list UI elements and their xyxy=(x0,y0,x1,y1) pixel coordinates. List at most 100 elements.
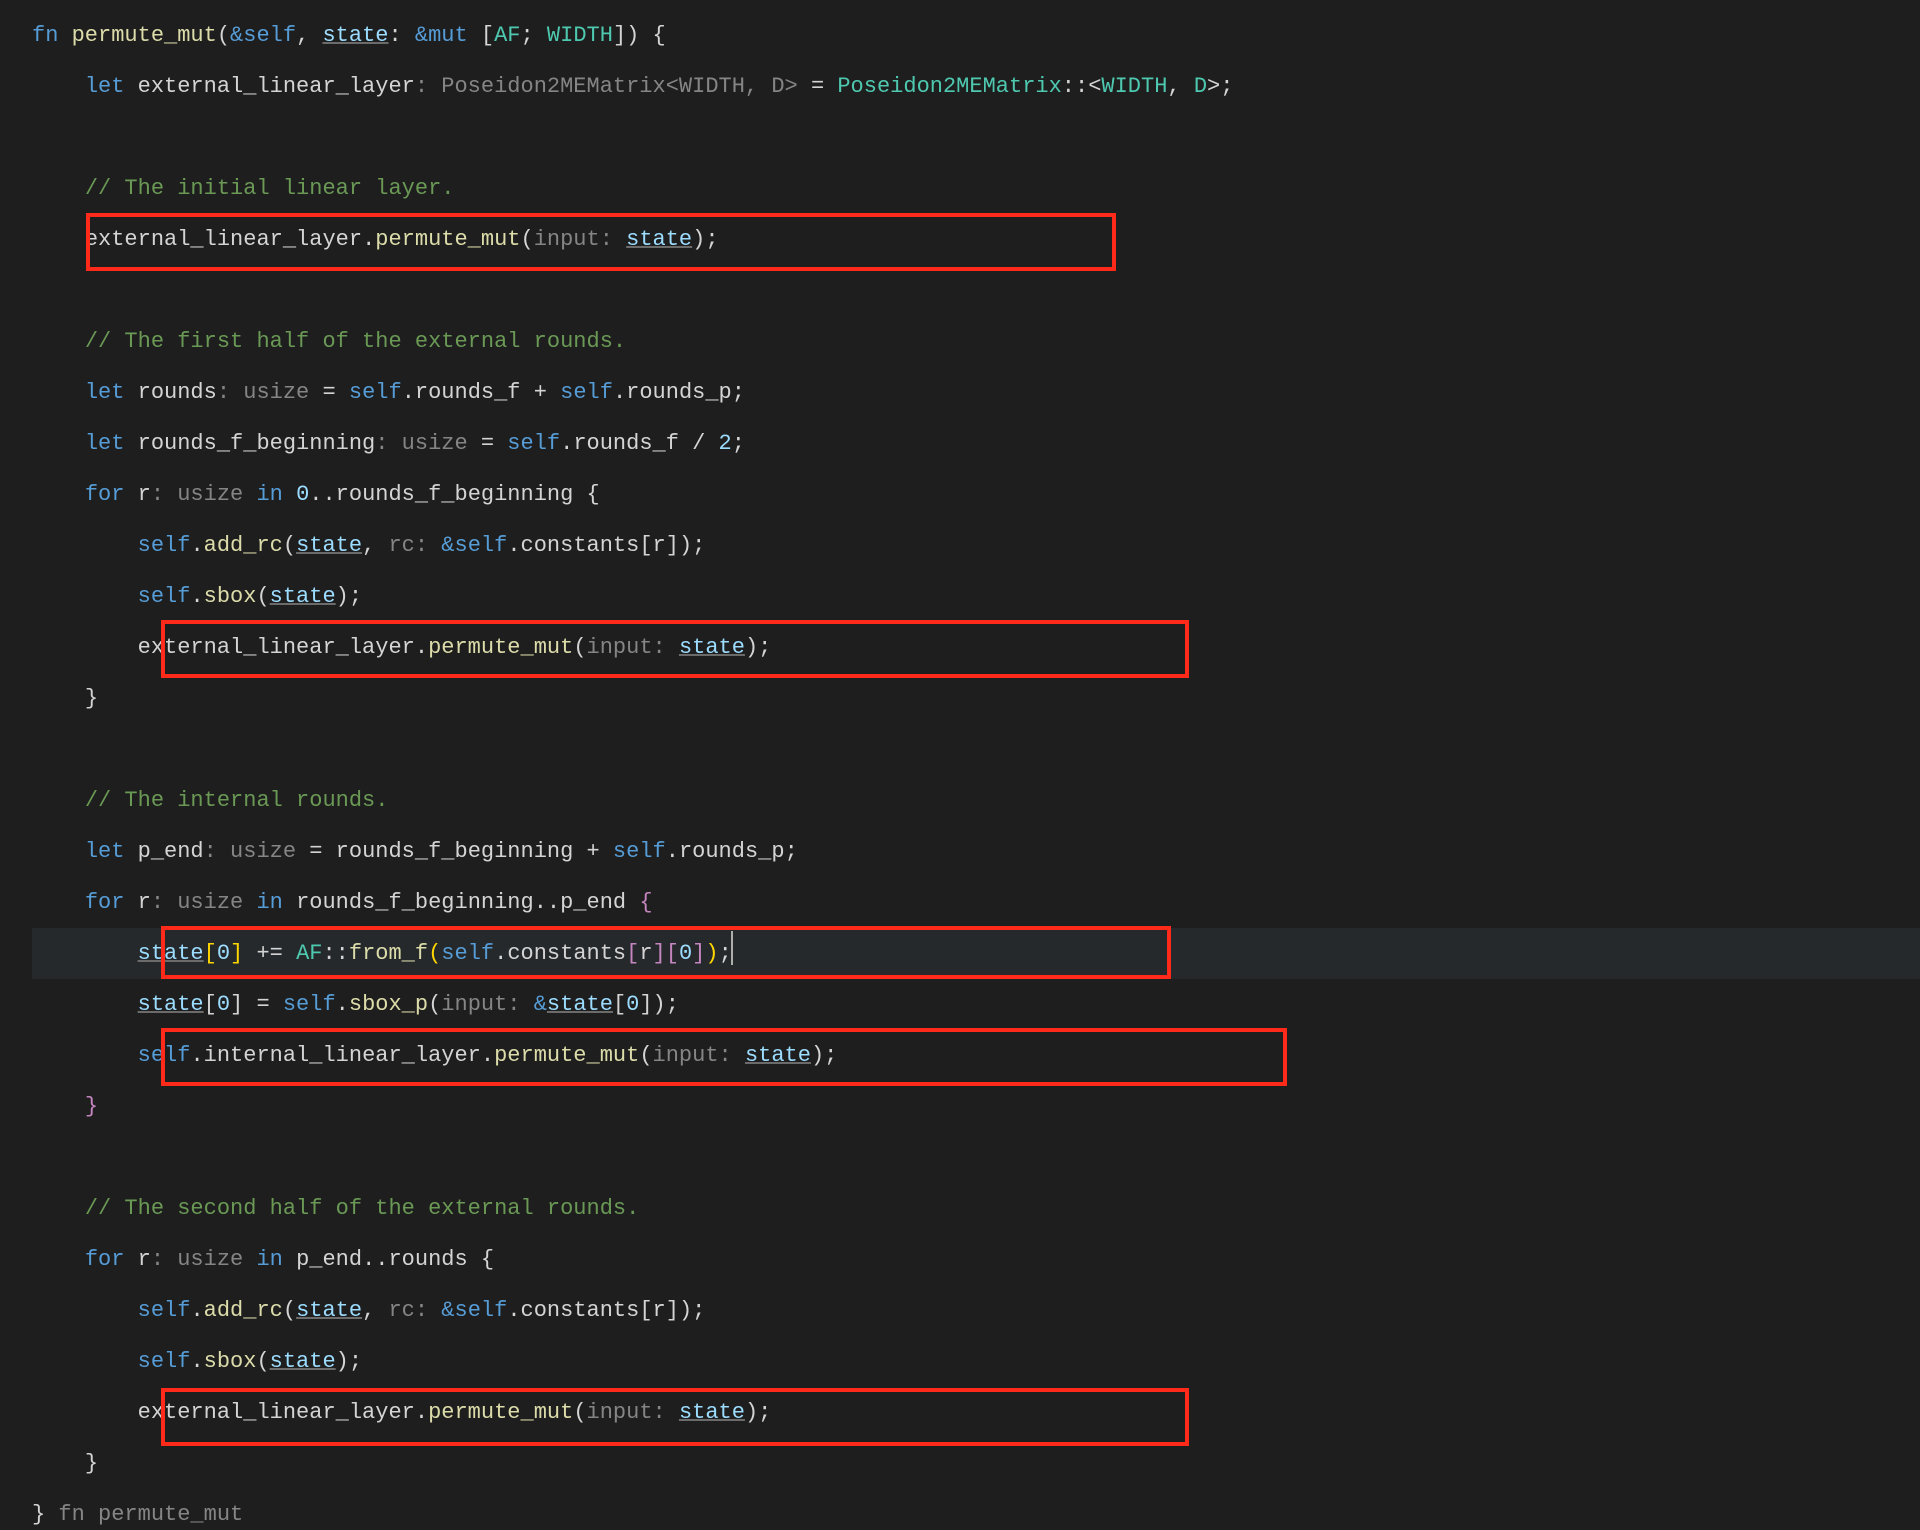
semicolon: ; xyxy=(666,992,679,1017)
code-line[interactable]: } xyxy=(32,673,1920,724)
indent xyxy=(32,890,85,915)
code-line[interactable]: external_linear_layer.permute_mut(input:… xyxy=(32,214,1920,265)
code-line-blank[interactable] xyxy=(32,724,1920,775)
brace-close: } xyxy=(85,1451,98,1476)
bracket-close: ] xyxy=(653,941,666,966)
bracket-close: ] xyxy=(230,992,243,1017)
space xyxy=(626,890,639,915)
dot: . xyxy=(362,227,375,252)
code-line[interactable]: // The internal rounds. xyxy=(32,775,1920,826)
indent xyxy=(32,686,85,711)
code-line[interactable]: fn permute_mut(&self, state: &mut [AF; W… xyxy=(32,10,1920,61)
inlay-param-input: input: xyxy=(534,227,626,252)
dot: . xyxy=(481,1043,494,1068)
code-line-blank[interactable] xyxy=(32,265,1920,316)
code-line-blank[interactable] xyxy=(32,112,1920,163)
paren-open: ( xyxy=(573,1400,586,1425)
code-line[interactable]: self.internal_linear_layer.permute_mut(i… xyxy=(32,1030,1920,1081)
semicolon: ; xyxy=(1220,74,1233,99)
indent xyxy=(32,431,85,456)
comma: , xyxy=(1167,74,1193,99)
rfb: rounds_f_beginning xyxy=(336,839,574,864)
dot: . xyxy=(507,533,520,558)
code-line[interactable]: } xyxy=(32,1438,1920,1489)
self: self xyxy=(455,1298,508,1323)
recv-ell: external_linear_layer xyxy=(85,227,362,252)
blank xyxy=(32,1145,45,1170)
code-line-blank[interactable] xyxy=(32,1132,1920,1183)
bracket-close: ] xyxy=(666,1298,679,1323)
r: r xyxy=(639,941,652,966)
paren-open: ( xyxy=(283,533,296,558)
code-line[interactable]: let rounds_f_beginning: usize = self.rou… xyxy=(32,418,1920,469)
indent xyxy=(32,1400,138,1425)
code-line[interactable]: } fn permute_mut xyxy=(32,1489,1920,1530)
code-line[interactable]: external_linear_layer.permute_mut(input:… xyxy=(32,622,1920,673)
recv-ell: external_linear_layer xyxy=(138,635,415,660)
paren-close: ) xyxy=(745,1400,758,1425)
arg-state: state xyxy=(296,1298,362,1323)
brace-open: { xyxy=(587,482,600,507)
code-line[interactable]: // The second half of the external round… xyxy=(32,1183,1920,1234)
bracket-open: [ xyxy=(481,23,494,48)
state: state xyxy=(138,992,204,1017)
type-af: AF xyxy=(296,941,322,966)
inlay-param-input: input: xyxy=(587,635,679,660)
eq: = xyxy=(309,380,349,405)
field-rounds-f: rounds_f xyxy=(573,431,679,456)
indent xyxy=(32,482,85,507)
paren-open: ( xyxy=(573,635,586,660)
plus: + xyxy=(573,839,613,864)
keyword-for: for xyxy=(85,482,138,507)
code-line[interactable]: for r: usize in 0..rounds_f_beginning { xyxy=(32,469,1920,520)
keyword-fn: fn xyxy=(32,23,72,48)
indent xyxy=(32,380,85,405)
dot: . xyxy=(494,941,507,966)
semi-in-arr: ; xyxy=(521,23,547,48)
code-line[interactable]: let rounds: usize = self.rounds_f + self… xyxy=(32,367,1920,418)
indent xyxy=(32,635,138,660)
plus: + xyxy=(521,380,561,405)
call-sbox: sbox xyxy=(204,584,257,609)
eq: = xyxy=(468,431,508,456)
paren-close: ) xyxy=(692,227,705,252)
code-line[interactable]: } xyxy=(32,1081,1920,1132)
code-line[interactable]: for r: usize in p_end..rounds { xyxy=(32,1234,1920,1285)
paren-close: ) xyxy=(679,1298,692,1323)
code-line[interactable]: self.sbox(state); xyxy=(32,571,1920,622)
self: self xyxy=(138,1298,191,1323)
code-line[interactable]: state[0] = self.sbox_p(input: &state[0])… xyxy=(32,979,1920,1030)
r: r xyxy=(653,533,666,558)
code-line[interactable]: // The initial linear layer. xyxy=(32,163,1920,214)
dot: . xyxy=(666,839,679,864)
bracket-open: [ xyxy=(204,992,217,1017)
semicolon: ; xyxy=(824,1043,837,1068)
type-af: AF xyxy=(494,23,520,48)
lit-0: 0 xyxy=(217,992,230,1017)
code-line[interactable]: for r: usize in rounds_f_beginning..p_en… xyxy=(32,877,1920,928)
code-line[interactable]: self.add_rc(state, rc: &self.constants[r… xyxy=(32,1285,1920,1336)
code-line[interactable]: // The first half of the external rounds… xyxy=(32,316,1920,367)
semicolon: ; xyxy=(692,1298,705,1323)
code-line[interactable]: let p_end: usize = rounds_f_beginning + … xyxy=(32,826,1920,877)
code-area[interactable]: fn permute_mut(&self, state: &mut [AF; W… xyxy=(4,10,1920,1530)
comma: , xyxy=(362,533,388,558)
call-sbox: sbox xyxy=(204,1349,257,1374)
code-line[interactable]: self.sbox(state); xyxy=(32,1336,1920,1387)
keyword-for: for xyxy=(85,1247,138,1272)
code-line[interactable]: external_linear_layer.permute_mut(input:… xyxy=(32,1387,1920,1438)
self: self xyxy=(507,431,560,456)
code-editor[interactable]: fn permute_mut(&self, state: &mut [AF; W… xyxy=(0,0,1920,1530)
var-r: r xyxy=(138,1247,151,1272)
constants: constants xyxy=(521,1298,640,1323)
code-line-current[interactable]: state[0] += AF::from_f(self.constants[r]… xyxy=(32,928,1920,979)
code-line[interactable]: let external_linear_layer: Poseidon2MEMa… xyxy=(32,61,1920,112)
code-line[interactable]: self.add_rc(state, rc: &self.constants[r… xyxy=(32,520,1920,571)
bracket-open: [ xyxy=(613,992,626,1017)
keyword-in: in xyxy=(243,482,296,507)
amp: & xyxy=(415,23,428,48)
constants: constants xyxy=(521,533,640,558)
self: self xyxy=(243,23,296,48)
range-dots: .. xyxy=(309,482,335,507)
lit-0: 0 xyxy=(217,941,230,966)
